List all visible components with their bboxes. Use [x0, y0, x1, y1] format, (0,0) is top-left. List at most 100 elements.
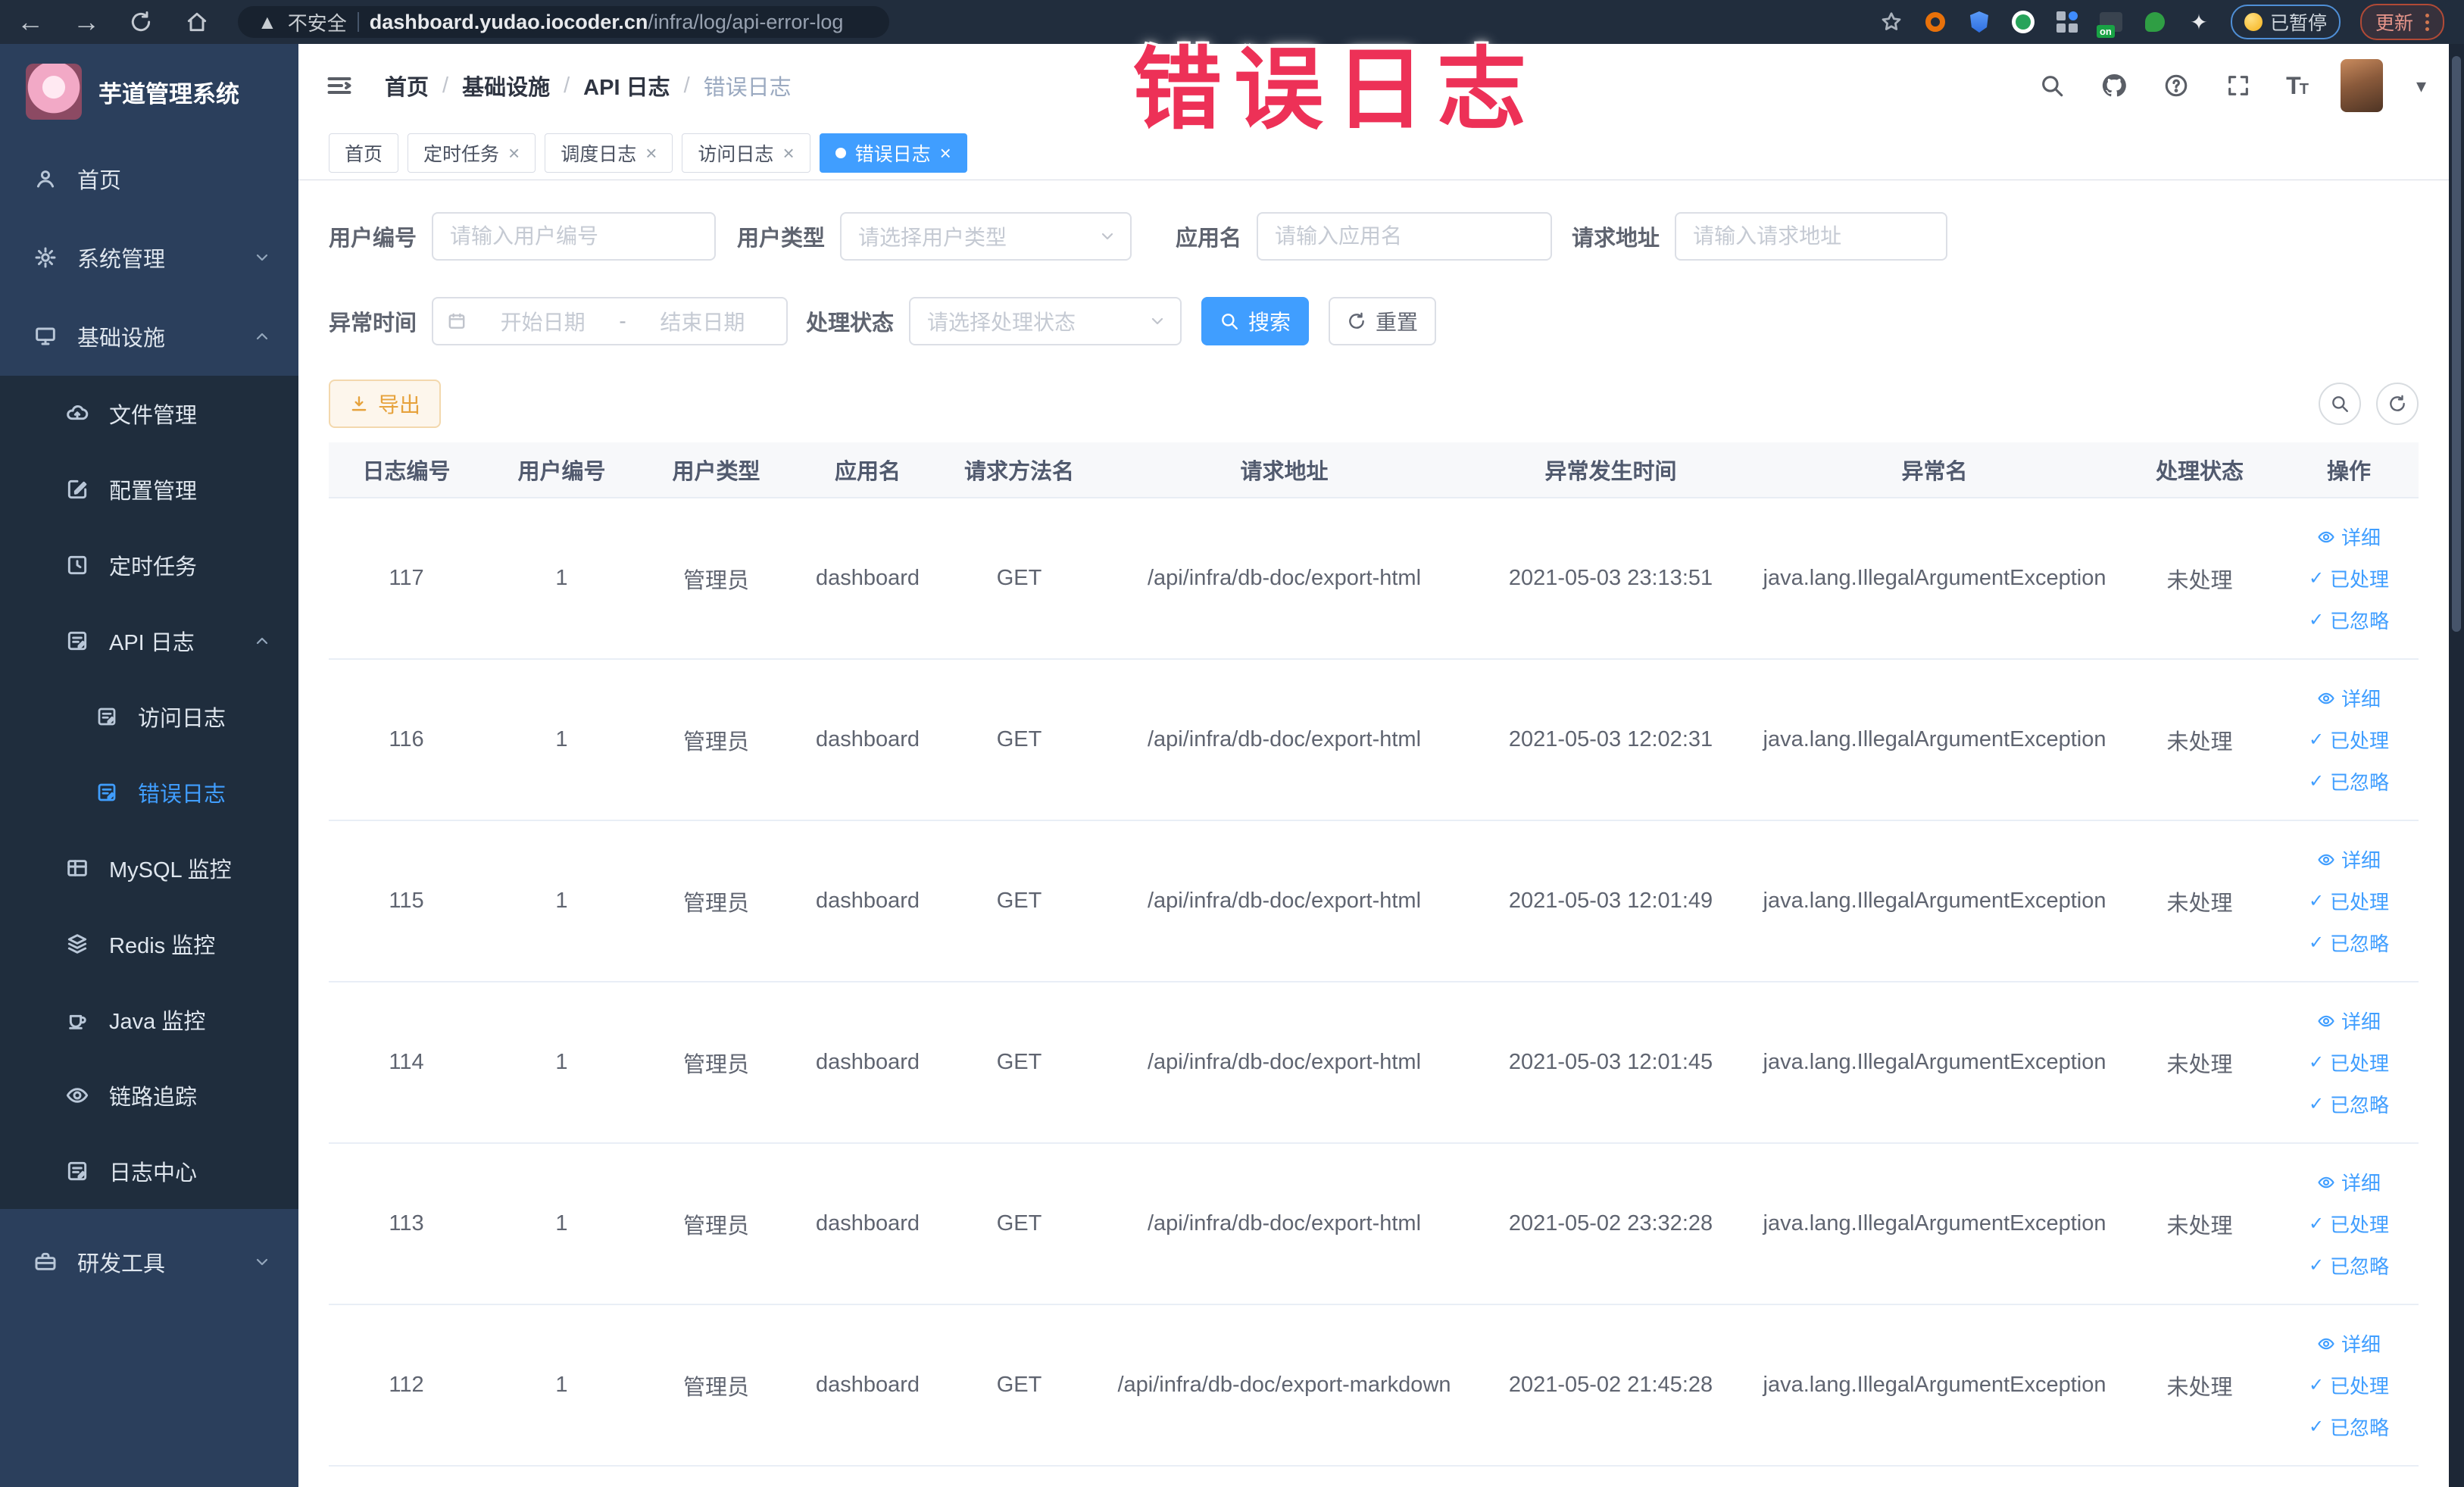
tag-schedule-log[interactable]: 调度日志 × [545, 133, 673, 173]
mark-ignored-link[interactable]: ✓ 已忽略 [2309, 1251, 2389, 1279]
mark-ignored-link[interactable]: ✓ 已忽略 [2309, 1090, 2389, 1118]
sidebar-item-file-management[interactable]: 文件管理 [0, 376, 298, 451]
cell-actions: 详细 ✓ 已处理 ✓ 已忽略 [2279, 684, 2419, 795]
caret-down-icon[interactable]: ▾ [2416, 74, 2426, 98]
detail-link[interactable]: 详细 [2317, 1329, 2381, 1357]
detail-link[interactable]: 详细 [2317, 684, 2381, 712]
tag-error-log[interactable]: 错误日志 × [819, 133, 967, 173]
user-id-input[interactable] [432, 212, 717, 261]
mark-processed-link[interactable]: ✓ 已处理 [2309, 1048, 2389, 1076]
sidebar-item-java-monitor[interactable]: Java 监控 [0, 982, 298, 1057]
breadcrumb-api-log[interactable]: API 日志 [583, 70, 670, 102]
bookmark-star-icon[interactable] [1879, 10, 1903, 34]
extension-orange-icon[interactable] [1923, 10, 1947, 34]
refresh-button[interactable] [2376, 383, 2419, 425]
sidebar-item-error-log[interactable]: 错误日志 [0, 754, 298, 830]
sidebar-item-scheduled-tasks[interactable]: 定时任务 [0, 527, 298, 603]
mark-processed-link[interactable]: ✓ 已处理 [2309, 726, 2389, 754]
mark-ignored-link[interactable]: ✓ 已忽略 [2309, 606, 2389, 634]
cell-app-name: dashboard [815, 566, 920, 590]
extension-on-badge-icon[interactable]: on [2096, 10, 2123, 38]
page-content: 用户编号 用户类型 请选择用户类型 应用名 请求地址 异常时间 [298, 180, 2449, 1487]
sidebar-item-devtools[interactable]: 研发工具 [0, 1223, 298, 1301]
mark-processed-link[interactable]: ✓ 已处理 [2309, 1210, 2389, 1238]
request-url-input[interactable] [1675, 212, 1948, 261]
security-warning-icon[interactable]: ▲ [258, 12, 277, 32]
close-icon[interactable]: × [508, 143, 520, 163]
browser-scrollbar[interactable] [2449, 44, 2464, 1487]
extension-leaf-icon[interactable] [2143, 10, 2167, 34]
address-bar[interactable]: ▲ 不安全 dashboard.yudao.iocoder.cn/infra/l… [238, 6, 889, 38]
toggle-search-button[interactable] [2319, 383, 2361, 425]
app-logo-row[interactable]: 芋道管理系统 [0, 44, 298, 139]
sidebar-item-system[interactable]: 系统管理 [0, 218, 298, 297]
reset-button[interactable]: 重置 [1329, 297, 1437, 345]
fullscreen-icon[interactable] [2224, 71, 2253, 100]
sidebar-item-access-log[interactable]: 访问日志 [0, 679, 298, 754]
scrollbar-thumb[interactable] [2452, 56, 2461, 632]
reload-icon[interactable] [129, 10, 156, 34]
mark-ignored-link[interactable]: ✓ 已忽略 [2309, 1413, 2389, 1441]
filter-request-url: 请求地址 [1572, 212, 1948, 261]
end-date-placeholder[interactable]: 结束日期 [632, 306, 773, 336]
mark-ignored-link[interactable]: ✓ 已忽略 [2309, 929, 2389, 957]
home-icon[interactable] [185, 10, 212, 34]
start-date-placeholder[interactable]: 开始日期 [473, 306, 613, 336]
close-icon[interactable]: × [645, 143, 657, 163]
sidebar-item-infra[interactable]: 基础设施 [0, 297, 298, 376]
sidebar-item-redis-monitor[interactable]: Redis 监控 [0, 906, 298, 982]
sidebar-item-home[interactable]: 首页 [0, 139, 298, 218]
extension-grid-icon[interactable] [2055, 10, 2079, 34]
forward-icon[interactable]: → [73, 6, 100, 38]
mark-processed-link[interactable]: ✓ 已处理 [2309, 564, 2389, 592]
extension-shield-icon[interactable] [1967, 10, 1991, 34]
mark-processed-link[interactable]: ✓ 已处理 [2309, 1371, 2389, 1399]
close-icon[interactable]: × [940, 143, 951, 163]
extension-green-circle-icon[interactable] [2011, 10, 2035, 34]
mark-processed-link[interactable]: ✓ 已处理 [2309, 887, 2389, 915]
process-status-select[interactable]: 请选择处理状态 [909, 297, 1182, 345]
sidebar-submenu-infra: 文件管理 配置管理 定时任务 API 日志 访问日志 错误日志 MySQL 监控… [0, 376, 298, 1209]
sidebar-toggle-icon[interactable] [326, 72, 353, 99]
font-size-icon[interactable]: TT [2286, 72, 2309, 100]
tag-home[interactable]: 首页 [329, 133, 399, 173]
col-app-name: 应用名 [834, 460, 901, 484]
browser-menu-kebab-icon[interactable] [2425, 13, 2429, 31]
detail-link[interactable]: 详细 [2317, 1168, 2381, 1196]
breadcrumb-infra[interactable]: 基础设施 [462, 70, 550, 102]
mark-ignored-link[interactable]: ✓ 已忽略 [2309, 767, 2389, 795]
date-range-picker[interactable]: 开始日期 - 结束日期 [432, 297, 789, 345]
url-text[interactable]: dashboard.yudao.iocoder.cn/infra/log/api… [370, 11, 844, 34]
app-name-input[interactable] [1257, 212, 1553, 261]
detail-link[interactable]: 详细 [2317, 1007, 2381, 1035]
extensions-puzzle-icon[interactable]: ✦ [2187, 10, 2211, 34]
sidebar-item-log-center[interactable]: 日志中心 [0, 1133, 298, 1209]
detail-link[interactable]: 详细 [2317, 523, 2381, 551]
search-icon[interactable] [2038, 71, 2066, 100]
sidebar-item-tracing[interactable]: 链路追踪 [0, 1057, 298, 1133]
sidebar-item-api-log[interactable]: API 日志 [0, 603, 298, 679]
close-icon[interactable]: × [782, 143, 794, 163]
sidebar-item-config-management[interactable]: 配置管理 [0, 451, 298, 527]
cell-user-id: 1 [555, 566, 568, 590]
user-type-select[interactable]: 请选择用户类型 [840, 212, 1132, 261]
sidebar-item-mysql-monitor[interactable]: MySQL 监控 [0, 830, 298, 906]
back-icon[interactable]: ← [17, 6, 44, 38]
avatar[interactable] [2340, 59, 2383, 112]
breadcrumb-home[interactable]: 首页 [385, 70, 429, 102]
paused-badge[interactable]: 已暂停 [2230, 5, 2341, 39]
search-button[interactable]: 搜索 [1201, 297, 1310, 345]
cell-log-id: 114 [389, 1050, 424, 1074]
tag-scheduled-tasks[interactable]: 定时任务 × [408, 133, 536, 173]
table-row: 115 1 管理员 dashboard GET /api/infra/db-do… [329, 821, 2419, 982]
tag-access-log[interactable]: 访问日志 × [682, 133, 810, 173]
browser-update-button[interactable]: 更新 [2359, 4, 2444, 40]
chevron-down-icon [253, 1253, 271, 1271]
cell-method: GET [996, 889, 1042, 913]
help-icon[interactable] [2162, 71, 2191, 100]
export-button[interactable]: 导出 [329, 380, 441, 428]
cell-user-type: 管理员 [682, 729, 749, 754]
detail-link[interactable]: 详细 [2317, 845, 2381, 873]
security-label[interactable]: 不安全 [288, 8, 347, 36]
github-icon[interactable] [2100, 71, 2128, 100]
